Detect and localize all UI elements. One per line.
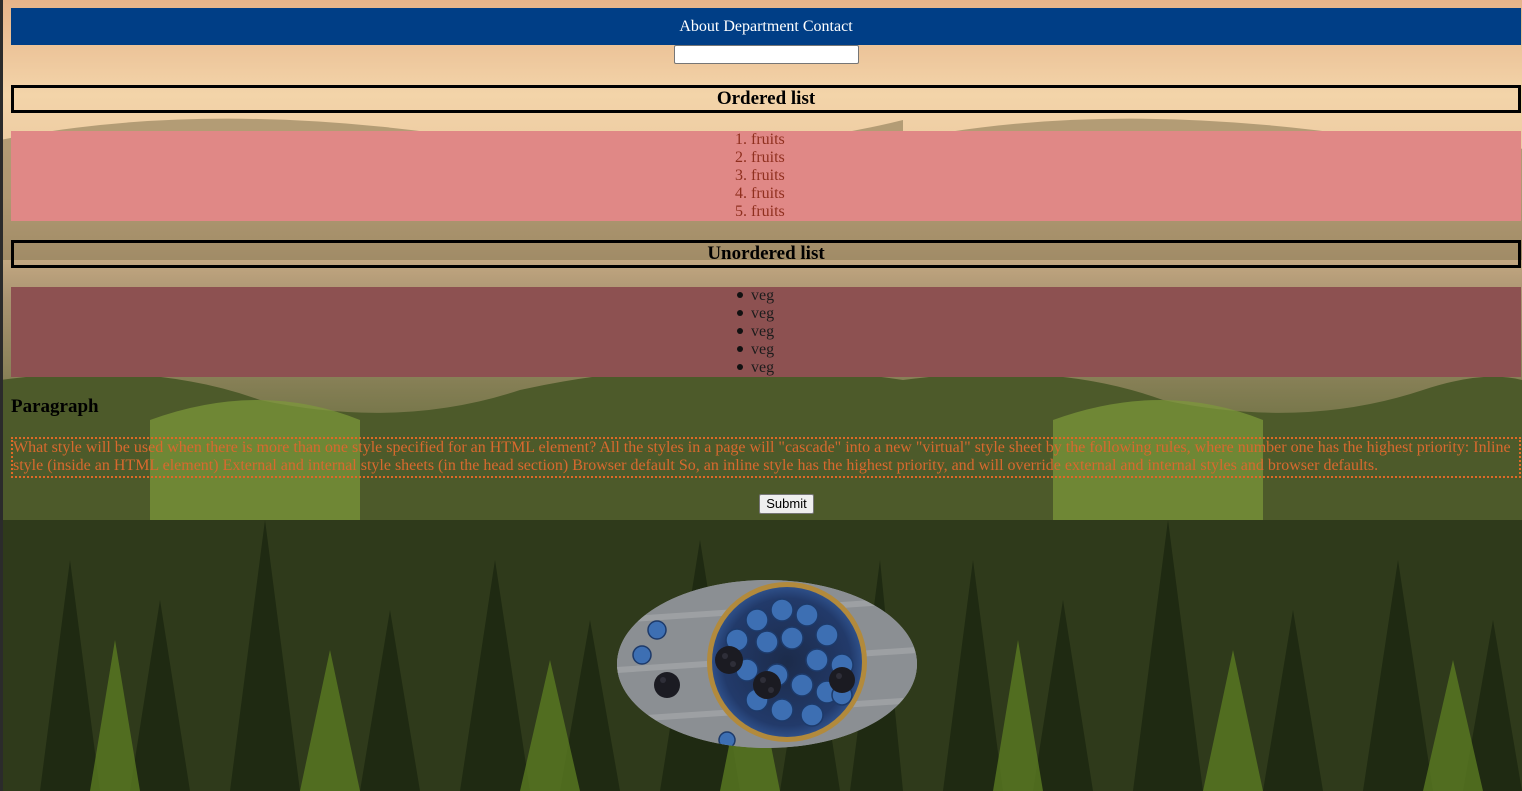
list-item-label: fruits xyxy=(751,149,785,166)
submit-button[interactable]: Submit xyxy=(759,494,814,514)
list-item-label: fruits xyxy=(751,185,785,202)
ordered-list-heading: Ordered list xyxy=(11,85,1521,113)
nav-link-department[interactable]: Department xyxy=(723,18,799,35)
list-item-label: veg xyxy=(751,323,775,340)
list-item-label: veg xyxy=(751,305,775,322)
list-item: 5. fruits xyxy=(735,203,785,221)
list-item: veg xyxy=(737,359,775,377)
paragraph-text: What style will be used when there is mo… xyxy=(11,437,1521,478)
bullet-icon xyxy=(737,310,743,317)
list-item-label: veg xyxy=(751,287,775,304)
list-item-label: veg xyxy=(751,359,775,376)
nav-link-contact[interactable]: Contact xyxy=(803,18,853,35)
list-item: veg xyxy=(737,287,775,305)
list-marker: 3. xyxy=(735,167,747,184)
list-item-label: fruits xyxy=(751,167,785,184)
bullet-icon xyxy=(737,346,743,353)
list-item: veg xyxy=(737,341,775,359)
list-marker: 2. xyxy=(735,149,747,166)
bullet-icon xyxy=(737,292,743,299)
window-edge xyxy=(0,0,3,791)
nav-link-about[interactable]: About xyxy=(679,18,719,35)
unordered-list: veg veg veg veg veg xyxy=(11,287,1521,377)
list-item: veg xyxy=(737,323,775,341)
background-image-right xyxy=(903,0,1522,791)
list-item-label: fruits xyxy=(751,131,785,148)
list-item-label: veg xyxy=(751,341,775,358)
ordered-list: 1. fruits 2. fruits 3. fruits 4. fruits 5. fr… xyxy=(11,131,1521,221)
bullet-icon xyxy=(737,328,743,335)
paragraph-heading: Paragraph xyxy=(11,396,99,417)
list-marker: 5. xyxy=(735,203,747,220)
berries-image xyxy=(617,580,917,748)
list-item: 1. fruits xyxy=(735,131,785,149)
list-marker: 1. xyxy=(735,131,747,148)
navbar: About Department Contact xyxy=(11,8,1521,45)
bullet-icon xyxy=(737,364,743,371)
list-item: 3. fruits xyxy=(735,167,785,185)
unordered-list-heading: Unordered list xyxy=(11,240,1521,268)
list-item: veg xyxy=(737,305,775,323)
text-input[interactable] xyxy=(674,45,859,64)
list-item-label: fruits xyxy=(751,203,785,220)
list-marker: 4. xyxy=(735,185,747,202)
list-item: 2. fruits xyxy=(735,149,785,167)
list-item: 4. fruits xyxy=(735,185,785,203)
